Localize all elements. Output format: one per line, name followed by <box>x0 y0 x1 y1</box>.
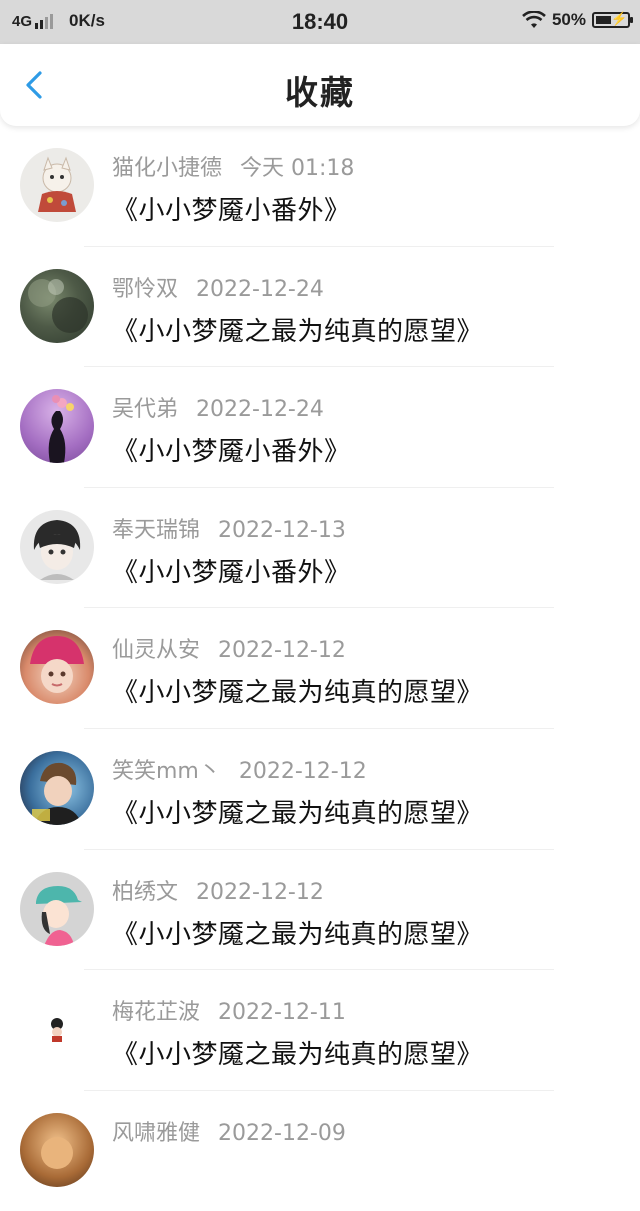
status-bar: 4G 0K/s 18:40 50% ⚡ <box>0 0 640 44</box>
item-meta: 奉天瑞锦 2022-12-13 <box>112 512 346 544</box>
favorites-list: 猫化小捷德 今天 01:18 《小小梦魇小番外》 鄂怜双 2022-12-24 《小… <box>0 126 640 1211</box>
work-title[interactable]: 《小小梦魇之最为纯真的愿望》 <box>112 311 483 348</box>
avatar[interactable] <box>20 871 94 946</box>
battery-percent: 50% <box>551 10 586 29</box>
username[interactable]: 吴代弟 <box>112 397 178 422</box>
avatar[interactable] <box>20 992 94 1067</box>
list-item[interactable]: 猫化小捷德 今天 01:18 《小小梦魇小番外》 <box>0 126 640 247</box>
favorite-date: 2022-12-24 <box>196 397 324 423</box>
avatar[interactable] <box>20 630 94 705</box>
page-title: 收藏 <box>285 73 355 112</box>
item-meta: 仙灵从安 2022-12-12 <box>112 632 346 664</box>
wifi-icon <box>522 11 546 28</box>
username[interactable]: 奉天瑞锦 <box>112 518 200 543</box>
username[interactable]: 柏绣文 <box>112 880 178 905</box>
item-meta: 风啸雅健 2022-12-09 <box>112 1115 346 1147</box>
item-meta: 柏绣文 2022-12-12 <box>112 874 324 906</box>
username[interactable]: 猫化小捷德 <box>112 156 222 181</box>
avatar[interactable] <box>20 509 94 584</box>
username[interactable]: 笑笑mm丶 <box>112 759 221 784</box>
status-right: 50% ⚡ <box>522 10 633 30</box>
work-title[interactable]: 《小小梦魇之最为纯真的愿望》 <box>112 1034 483 1071</box>
item-meta: 鄂怜双 2022-12-24 <box>112 271 324 303</box>
favorite-date: 2022-12-12 <box>196 879 324 905</box>
item-meta: 梅花芷波 2022-12-11 <box>112 994 346 1026</box>
favorite-date: 2022-12-24 <box>196 276 324 302</box>
username[interactable]: 风啸雅健 <box>112 1121 200 1146</box>
favorite-date: 2022-12-12 <box>238 758 367 784</box>
list-item[interactable]: 鄂怜双 2022-12-24 《小小梦魇之最为纯真的愿望》 <box>0 247 640 368</box>
favorite-date: 2022-12-09 <box>218 1120 346 1146</box>
list-item[interactable]: 柏绣文 2022-12-12 《小小梦魇之最为纯真的愿望》 <box>0 850 640 971</box>
username[interactable]: 梅花芷波 <box>112 1000 200 1025</box>
username[interactable]: 仙灵从安 <box>112 638 200 663</box>
work-title[interactable]: 《小小梦魇小番外》 <box>112 190 351 227</box>
username[interactable]: 鄂怜双 <box>112 277 178 302</box>
item-meta: 吴代弟 2022-12-24 <box>112 391 324 423</box>
item-meta: 猫化小捷德 今天 01:18 <box>112 150 354 182</box>
avatar[interactable] <box>20 268 94 343</box>
item-meta: 笑笑mm丶 2022-12-12 <box>112 753 367 785</box>
list-item[interactable]: 梅花芷波 2022-12-11 《小小梦魇之最为纯真的愿望》 <box>0 970 640 1091</box>
favorite-date: 2022-12-13 <box>218 517 346 543</box>
list-item[interactable]: 笑笑mm丶 2022-12-12 《小小梦魇之最为纯真的愿望》 <box>0 729 640 850</box>
page-header: 收藏 <box>0 44 640 126</box>
list-item[interactable]: 奉天瑞锦 2022-12-13 《小小梦魇小番外》 <box>0 488 640 609</box>
battery-icon: ⚡ <box>592 11 633 28</box>
avatar[interactable] <box>20 389 94 464</box>
list-item[interactable]: 仙灵从安 2022-12-12 《小小梦魇之最为纯真的愿望》 <box>0 608 640 729</box>
favorite-date: 2022-12-12 <box>218 638 346 664</box>
work-title[interactable]: 《小小梦魇之最为纯真的愿望》 <box>112 672 483 709</box>
avatar[interactable] <box>20 750 94 825</box>
work-title[interactable]: 《小小梦魇小番外》 <box>112 431 351 468</box>
list-item[interactable]: 风啸雅健 2022-12-09 <box>0 1091 640 1211</box>
work-title[interactable]: 《小小梦魇之最为纯真的愿望》 <box>112 793 483 830</box>
favorite-date: 今天 01:18 <box>240 156 355 181</box>
work-title[interactable]: 《小小梦魇之最为纯真的愿望》 <box>112 914 483 951</box>
work-title[interactable]: 《小小梦魇小番外》 <box>112 552 351 589</box>
list-item[interactable]: 吴代弟 2022-12-24 《小小梦魇小番外》 <box>0 367 640 488</box>
avatar[interactable] <box>20 148 94 222</box>
avatar[interactable] <box>20 1112 94 1187</box>
favorite-date: 2022-12-11 <box>218 1000 346 1026</box>
